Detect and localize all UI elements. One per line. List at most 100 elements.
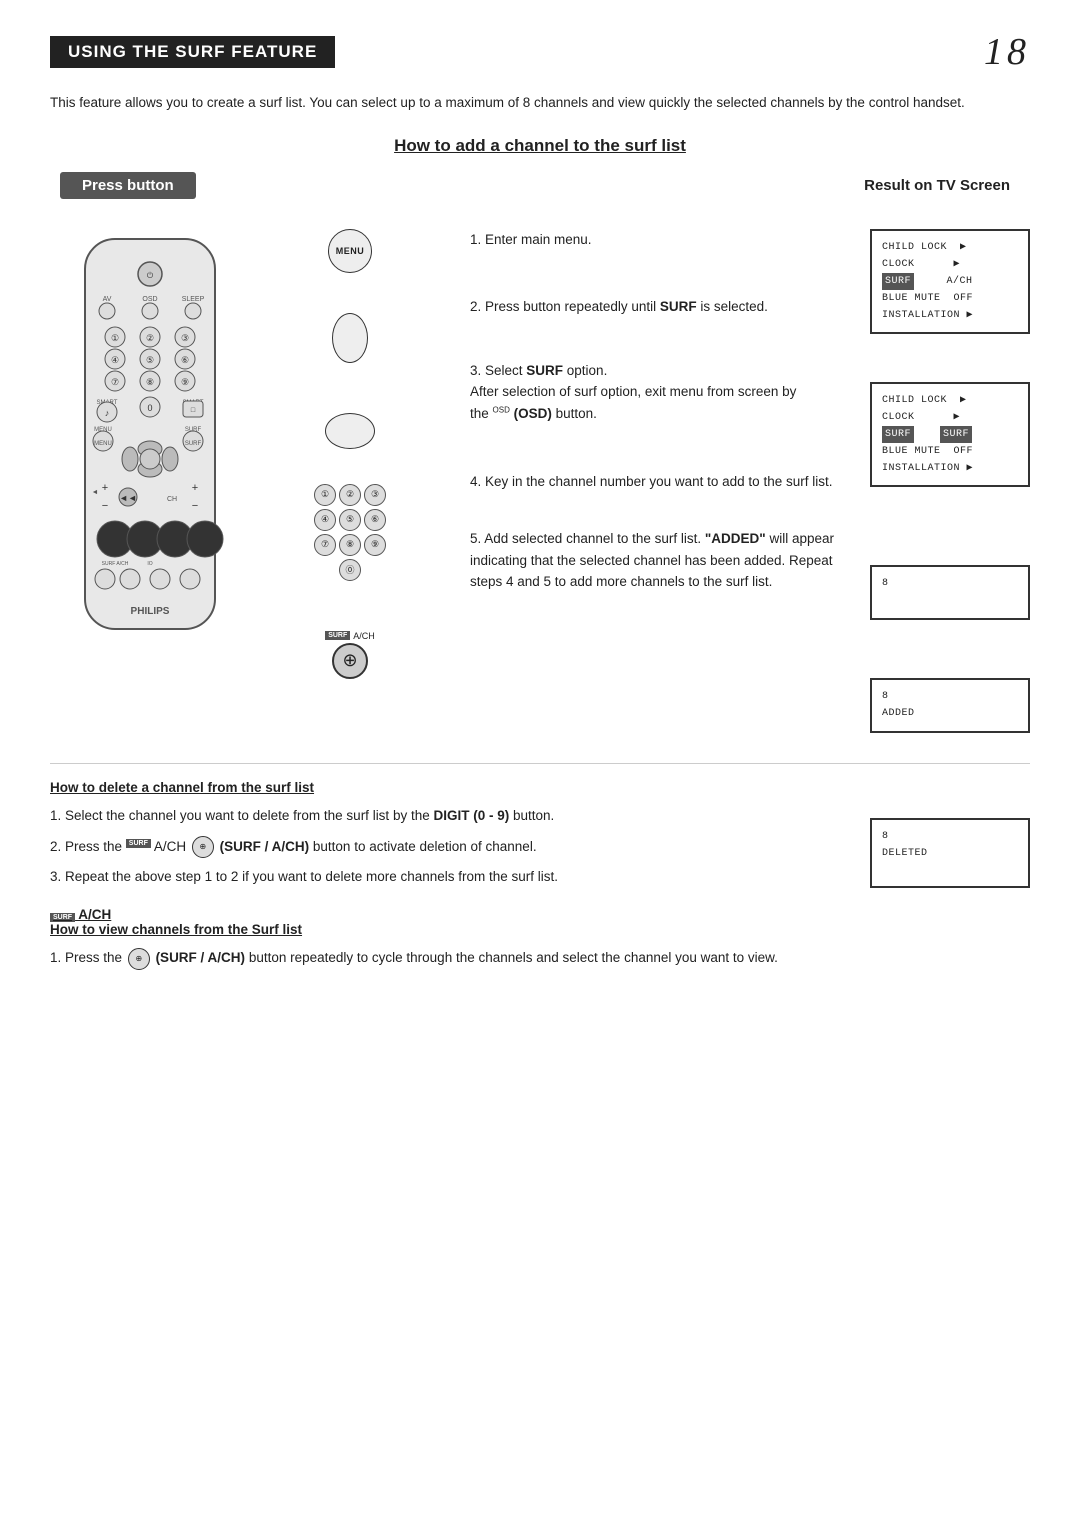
page-title: Using the Surf Feature [50,36,335,68]
tv-screen-4: 8 ADDED [870,678,1030,733]
step3-text: 3. Select SURF option. After selection o… [470,360,860,425]
step1-button: MENU [328,229,372,273]
svg-text:MENU: MENU [94,441,112,447]
section-title: How to add a channel to the surf list [50,136,1030,156]
svg-text:PHILIPS: PHILIPS [131,606,170,617]
numpad-7: ⑦ [314,534,336,556]
screen1-line5: INSTALLATION ▶ [882,307,1018,324]
screen1-line4: BLUE MUTE OFF [882,290,1018,307]
numpad-5: ⑤ [339,509,361,531]
step1-text: 1. Enter main menu. [470,229,860,251]
surf-circle-button: ⊕ [332,643,368,679]
svg-text:①: ① [111,333,119,343]
svg-text:⑤: ⑤ [146,355,154,365]
svg-text:⑥: ⑥ [181,355,189,365]
svg-text:OSD: OSD [142,296,157,303]
screen2-line4: BLUE MUTE OFF [882,443,1018,460]
column-headers: Press button Result on TV Screen [50,172,1030,199]
delete-screen-line2: DELETED [882,845,1018,862]
step3-button [325,413,375,449]
screen2-line5: INSTALLATION ▶ [882,460,1018,477]
surf-badge-inline: SURF A/CH [126,839,186,854]
svg-text:④: ④ [111,355,119,365]
svg-text:SURF A/CH: SURF A/CH [102,561,129,567]
delete-step1: 1. Select the channel you want to delete… [50,805,850,828]
main-content: ⏻ AV OSD SLEEP ① ② ③ ④ ⑤ ⑥ ⑦ ⑧ [50,209,1030,733]
screen2-line1: CHILD LOCK ▶ [882,392,1018,409]
numpad-1: ① [314,484,336,506]
step5-button: SURF A/CH ⊕ [325,631,375,679]
tv-screen-2: CHILD LOCK ▶ CLOCK ▶ SURF SURF BLUE MUTE… [870,382,1030,487]
svg-text:+: + [192,482,198,494]
svg-text:⑦: ⑦ [111,377,119,387]
surf-button-inline-icon: ⊕ [192,836,214,858]
delete-screen-line1: 8 [882,828,1018,845]
delete-section-title: How to delete a channel from the surf li… [50,780,850,795]
numpad-0: ⓪ [339,559,361,581]
step2-text: 2. Press button repeatedly until SURF is… [470,296,860,318]
screen4-line2: ADDED [882,705,1018,722]
oval-button-icon [332,313,368,363]
tv-screen-3: 8 [870,565,1030,620]
svg-text:⑨: ⑨ [181,377,189,387]
screen4-line1: 8 [882,688,1018,705]
page-header: Using the Surf Feature 18 [50,30,1030,74]
numpad-4: ④ [314,509,336,531]
numpad-9: ⑨ [364,534,386,556]
numpad-2: ② [339,484,361,506]
tv-screen-1: CHILD LOCK ▶ CLOCK ▶ SURF A/CH BLUE MUTE… [870,229,1030,334]
screen2-line2: CLOCK ▶ [882,409,1018,426]
svg-text:◄◄: ◄◄ [119,493,137,503]
svg-text:IO: IO [147,561,152,567]
view-section-title: SURF A/CH How to view channels from the … [50,907,850,937]
press-button-header: Press button [60,172,196,199]
surf-badge-view: SURF A/CH [50,907,111,922]
result-header: Result on TV Screen [854,172,1020,199]
screen3-line1: 8 [882,575,1018,592]
surf-view-button-icon: ⊕ [128,948,150,970]
screen1-line3: SURF A/CH [882,273,1018,290]
screen1-line1: CHILD LOCK ▶ [882,239,1018,256]
delete-tv-screen: 8 DELETED [870,818,1030,888]
step5-text: 5. Add selected channel to the surf list… [470,528,860,593]
delete-screen-column: 8 DELETED [870,780,1030,888]
svg-text:③: ③ [181,333,189,343]
view-step1: 1. Press the ⊕ (SURF / A/CH) button repe… [50,947,850,970]
steps-column: 1. Enter main menu. 2. Press button repe… [450,209,870,733]
svg-text:+: + [102,482,108,494]
svg-text:⑧: ⑧ [146,377,154,387]
svg-text:♪: ♪ [105,408,110,418]
numpad-icon: ① ② ③ ④ ⑤ ⑥ ⑦ ⑧ ⑨ ⓪ [314,484,386,581]
page-number: 18 [984,30,1030,74]
menu-button-icon: MENU [328,229,372,273]
delete-text-column: How to delete a channel from the surf li… [50,780,850,979]
svg-text:◄: ◄ [92,489,99,496]
button-column: MENU ① ② ③ ④ ⑤ ⑥ ⑦ ⑧ ⑨ ⓪ [250,209,450,733]
step4-button: ① ② ③ ④ ⑤ ⑥ ⑦ ⑧ ⑨ ⓪ [314,484,386,581]
svg-text:SLEEP: SLEEP [182,296,205,303]
surf-badge: SURF [325,631,350,640]
delete-step2: 2. Press the SURF A/CH ⊕ (SURF / A/CH) b… [50,836,850,859]
intro-text: This feature allows you to create a surf… [50,92,1030,114]
svg-text:CH: CH [167,496,177,503]
numpad-6: ⑥ [364,509,386,531]
step4-text: 4. Key in the channel number you want to… [470,471,860,493]
svg-text:0: 0 [147,403,152,413]
osd-button-icon [325,413,375,449]
numpad-3: ③ [364,484,386,506]
screen1-line2: CLOCK ▶ [882,256,1018,273]
svg-text:−: − [102,500,108,512]
delete-step3: 3. Repeat the above step 1 to 2 if you w… [50,866,850,889]
svg-text:⏻: ⏻ [147,271,154,280]
remote-control-image: ⏻ AV OSD SLEEP ① ② ③ ④ ⑤ ⑥ ⑦ ⑧ [50,209,250,733]
svg-text:−: − [192,500,198,512]
delete-content-row: How to delete a channel from the surf li… [50,780,1030,979]
svg-text:②: ② [146,333,154,343]
svg-text:SURF: SURF [185,441,202,447]
tv-screens-column: CHILD LOCK ▶ CLOCK ▶ SURF A/CH BLUE MUTE… [870,209,1030,733]
step2-button [332,313,368,363]
delete-section: How to delete a channel from the surf li… [50,763,1030,979]
surf-label: SURF A/CH [325,631,375,641]
svg-text:AV: AV [103,296,112,303]
numpad-8: ⑧ [339,534,361,556]
